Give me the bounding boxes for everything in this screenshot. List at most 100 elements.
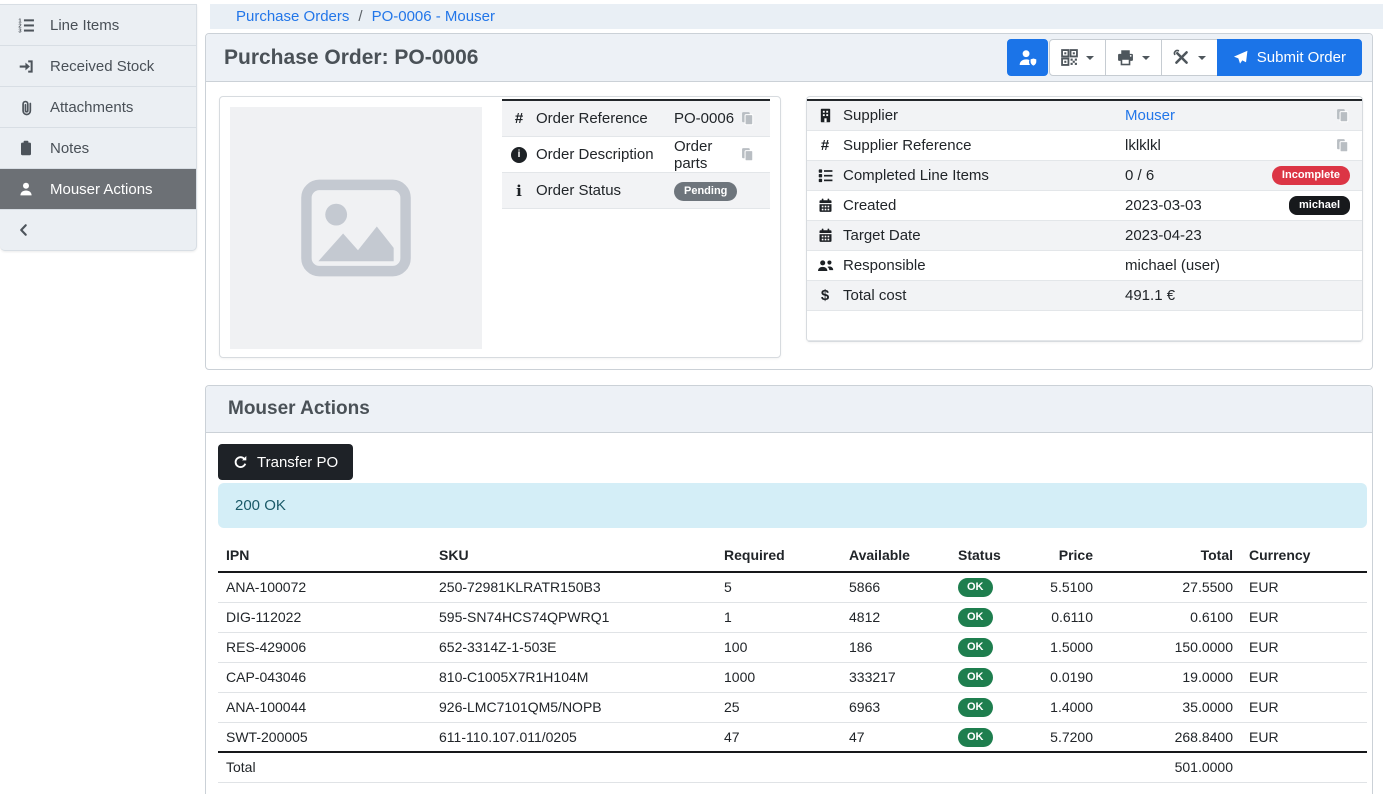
list-check-icon bbox=[807, 168, 843, 183]
tools-icon bbox=[1173, 49, 1190, 66]
page-title: Purchase Order: PO-0006 bbox=[224, 46, 478, 70]
table-row: SWT-200005 611-110.107.011/0205 47 47 OK… bbox=[218, 722, 1367, 752]
sidebar-item-attachments[interactable]: Attachments bbox=[0, 87, 196, 128]
column-header-available: Available bbox=[841, 539, 950, 572]
calendar-icon bbox=[807, 198, 843, 213]
sidebar-collapse-button[interactable] bbox=[0, 210, 196, 250]
user-icon bbox=[15, 181, 37, 197]
sign-in-icon bbox=[15, 58, 37, 75]
detail-row-created: Created 2023-03-03 michael bbox=[807, 191, 1362, 221]
order-actions-button[interactable] bbox=[1161, 39, 1218, 76]
status-badge-incomplete: Incomplete bbox=[1272, 166, 1350, 185]
sidebar-item-label: Line Items bbox=[50, 17, 119, 34]
copy-icon[interactable] bbox=[740, 111, 755, 126]
table-row: CAP-043046 810-C1005X7R1H104M 1000 33321… bbox=[218, 662, 1367, 692]
image-placeholder-icon bbox=[296, 171, 416, 285]
status-badge-ok: OK bbox=[958, 668, 993, 687]
user-shield-icon bbox=[1018, 48, 1037, 67]
sidebar-item-line-items[interactable]: 1 2 3 Line Items bbox=[0, 5, 196, 46]
column-header-required: Required bbox=[716, 539, 841, 572]
paperclip-icon bbox=[15, 99, 37, 116]
table-footer-label: Total bbox=[218, 752, 431, 782]
caret-down-icon bbox=[1086, 56, 1094, 60]
user-badge-michael: michael bbox=[1289, 196, 1350, 215]
detail-row-order-reference: # Order Reference PO-0006 bbox=[502, 101, 770, 137]
sidebar-item-notes[interactable]: Notes bbox=[0, 128, 196, 169]
column-header-ipn: IPN bbox=[218, 539, 431, 572]
sidebar-item-label: Notes bbox=[50, 140, 89, 157]
mouser-actions-header: Mouser Actions bbox=[206, 386, 1372, 433]
refresh-icon bbox=[233, 455, 248, 470]
line-items-table: IPN SKU Required Available Status Price … bbox=[218, 539, 1367, 783]
table-footer-row: Total 501.0000 bbox=[218, 752, 1367, 782]
chevron-left-icon bbox=[17, 223, 31, 237]
detail-row-supplier: Supplier Mouser bbox=[807, 101, 1362, 131]
copy-icon[interactable] bbox=[740, 147, 755, 162]
status-badge-ok: OK bbox=[958, 608, 993, 627]
info-circle-icon: i bbox=[502, 147, 536, 163]
mouser-actions-title: Mouser Actions bbox=[228, 398, 370, 420]
breadcrumb-link-purchase-orders[interactable]: Purchase Orders bbox=[236, 8, 349, 25]
column-header-status: Status bbox=[950, 539, 1041, 572]
breadcrumb-separator: / bbox=[358, 8, 362, 25]
table-header-row: IPN SKU Required Available Status Price … bbox=[218, 539, 1367, 572]
order-details-card: # Order Reference PO-0006 bbox=[219, 96, 781, 358]
status-badge-ok: OK bbox=[958, 698, 993, 717]
response-alert: 200 OK bbox=[218, 483, 1367, 528]
response-alert-text: 200 OK bbox=[235, 497, 286, 514]
page: 1 2 3 Line Items Received Stock bbox=[0, 0, 1383, 794]
breadcrumb: Purchase Orders / PO-0006 - Mouser bbox=[210, 4, 1383, 29]
copy-icon[interactable] bbox=[1335, 138, 1350, 153]
detail-row-supplier-reference: # Supplier Reference lklklkl bbox=[807, 131, 1362, 161]
status-badge-ok: OK bbox=[958, 578, 993, 597]
submit-order-button[interactable]: Submit Order bbox=[1217, 39, 1362, 76]
copy-icon[interactable] bbox=[1335, 108, 1350, 123]
order-toolbar: Submit Order bbox=[1007, 39, 1362, 76]
column-header-total: Total bbox=[1101, 539, 1241, 572]
column-header-price: Price bbox=[1041, 539, 1101, 572]
column-header-currency: Currency bbox=[1241, 539, 1367, 572]
breadcrumb-link-current[interactable]: PO-0006 - Mouser bbox=[372, 8, 495, 25]
table-row: ANA-100072 250-72981KLRATR150B3 5 5866 O… bbox=[218, 572, 1367, 602]
detail-row-responsible: Responsible michael (user) bbox=[807, 251, 1362, 281]
status-badge-ok: OK bbox=[958, 728, 993, 747]
hashtag-icon: # bbox=[807, 137, 843, 154]
printer-icon bbox=[1117, 49, 1134, 66]
admin-button[interactable] bbox=[1007, 39, 1048, 76]
order-details-table: # Order Reference PO-0006 bbox=[502, 99, 770, 209]
sidebar-item-label: Mouser Actions bbox=[50, 181, 153, 198]
table-footer-total: 501.0000 bbox=[1101, 752, 1241, 782]
transfer-po-button[interactable]: Transfer PO bbox=[218, 444, 353, 480]
clipboard-icon bbox=[15, 140, 37, 156]
supplier-details-card: Supplier Mouser # bbox=[806, 96, 1363, 342]
mouser-actions-panel: Mouser Actions Transfer PO 200 OK bbox=[205, 385, 1373, 794]
status-badge-ok: OK bbox=[958, 638, 993, 657]
detail-row-completed-line-items: Completed Line Items 0 / 6 Incomplete bbox=[807, 161, 1362, 191]
sidebar-item-received-stock[interactable]: Received Stock bbox=[0, 46, 196, 87]
supplier-link[interactable]: Mouser bbox=[1125, 107, 1175, 124]
users-icon bbox=[807, 258, 843, 273]
submit-order-label: Submit Order bbox=[1257, 49, 1346, 66]
building-icon bbox=[807, 108, 843, 123]
sidebar-item-mouser-actions[interactable]: Mouser Actions bbox=[0, 169, 196, 210]
hashtag-icon: # bbox=[502, 110, 536, 127]
supplier-details-table: Supplier Mouser # bbox=[807, 99, 1362, 341]
sidebar-item-label: Attachments bbox=[50, 99, 133, 116]
table-row: ANA-100044 926-LMC7101QM5/NOPB 25 6963 O… bbox=[218, 692, 1367, 722]
detail-row-order-description: i Order Description Order parts bbox=[502, 137, 770, 173]
sidebar-item-label: Received Stock bbox=[50, 58, 154, 75]
order-panel: Purchase Order: PO-0006 bbox=[205, 33, 1373, 370]
svg-text:3: 3 bbox=[18, 28, 21, 33]
order-panel-header: Purchase Order: PO-0006 bbox=[206, 34, 1372, 82]
barcode-actions-button[interactable] bbox=[1049, 39, 1106, 76]
detail-row-order-status: i Order Status Pending bbox=[502, 173, 770, 209]
order-image-placeholder[interactable] bbox=[230, 107, 482, 349]
column-header-sku: SKU bbox=[431, 539, 716, 572]
info-icon: i bbox=[502, 182, 536, 200]
detail-row-total-cost: $ Total cost 491.1 € bbox=[807, 281, 1362, 311]
table-row: DIG-112022 595-SN74HCS74QPWRQ1 1 4812 OK… bbox=[218, 602, 1367, 632]
calendar-icon bbox=[807, 228, 843, 243]
print-actions-button[interactable] bbox=[1105, 39, 1162, 76]
dollar-icon: $ bbox=[807, 287, 843, 304]
table-row: RES-429006 652-3314Z-1-503E 100 186 OK 1… bbox=[218, 632, 1367, 662]
